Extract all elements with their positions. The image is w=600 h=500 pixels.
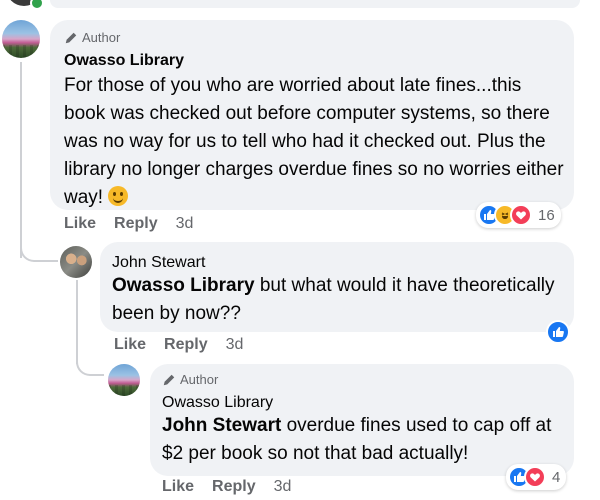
timestamp[interactable]: 3d (176, 215, 194, 233)
online-status-dot (30, 0, 44, 10)
love-reaction-icon (510, 204, 532, 226)
like-button[interactable]: Like (64, 215, 96, 233)
reaction-summary[interactable]: 4 (506, 464, 567, 490)
commenter-name[interactable]: Owasso Library (162, 394, 273, 412)
reply-bubble: Author Owasso Library John Stewart overd… (150, 364, 574, 476)
reaction-count: 16 (538, 206, 555, 224)
author-badge: Author (64, 30, 120, 45)
reaction-summary[interactable] (546, 320, 570, 344)
comment-actions: Like Reply 3d (114, 336, 243, 354)
author-badge-label: Author (180, 372, 219, 387)
author-badge: Author (162, 372, 218, 387)
mention-link[interactable]: John Stewart (162, 415, 281, 436)
author-badge-label: Author (82, 30, 121, 45)
reply-button[interactable]: Reply (114, 215, 158, 233)
mention-link[interactable]: Owasso Library (112, 275, 255, 296)
love-reaction-icon (524, 466, 546, 488)
avatar-owasso-library[interactable] (108, 364, 140, 396)
comment-text: John Stewart overdue fines used to cap o… (162, 412, 567, 468)
comment-text: For those of you who are worried about l… (64, 72, 564, 212)
like-button[interactable]: Like (114, 336, 146, 354)
thread-line (20, 62, 22, 258)
previous-comment-bubble (50, 0, 580, 8)
reply-bubble: John Stewart Owasso Library but what wou… (100, 242, 574, 332)
thread-connector (76, 350, 104, 376)
avatar-owasso-library[interactable] (2, 20, 40, 58)
reply-button[interactable]: Reply (164, 336, 208, 354)
timestamp[interactable]: 3d (226, 336, 244, 354)
comment-bubble: Author Owasso Library For those of you w… (50, 20, 574, 210)
reply-button[interactable]: Reply (212, 478, 256, 496)
comment-actions: Like Reply 3d (64, 215, 193, 233)
thread-connector (20, 230, 58, 262)
reaction-summary[interactable]: 16 (476, 202, 561, 228)
reaction-count: 4 (552, 468, 561, 486)
smile-emoji-icon (108, 186, 129, 206)
like-reaction-icon (546, 320, 570, 344)
avatar-john-stewart[interactable] (60, 246, 92, 278)
comment-text: Owasso Library but what would it have th… (112, 272, 562, 328)
comment-body: For those of you who are worried about l… (64, 75, 564, 208)
like-button[interactable]: Like (162, 478, 194, 496)
pencil-icon (163, 374, 175, 385)
timestamp[interactable]: 3d (274, 478, 292, 496)
pencil-icon (65, 32, 77, 43)
commenter-name[interactable]: John Stewart (112, 254, 205, 272)
commenter-name[interactable]: Owasso Library (64, 52, 184, 70)
comment-actions: Like Reply 3d (162, 478, 291, 496)
